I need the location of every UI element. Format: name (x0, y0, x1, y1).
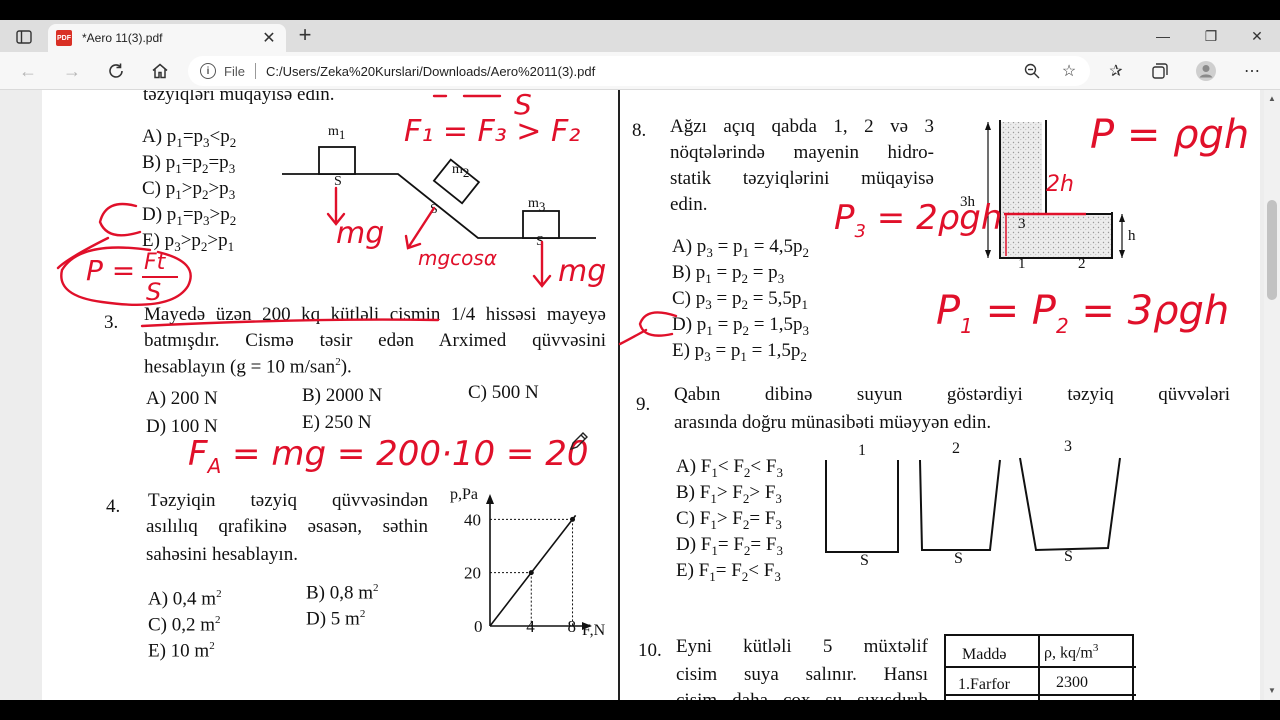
vertical-scrollbar[interactable]: ▲ ▼ (1264, 90, 1280, 700)
collections-icon[interactable] (1148, 60, 1172, 82)
ink-pressure-formula: P = (86, 254, 136, 287)
more-menu-icon[interactable]: ⋯ (1240, 60, 1264, 82)
ink-fraction-s: S (514, 90, 532, 121)
add-favorite-icon[interactable]: ☆ (1057, 60, 1081, 82)
ink-mg-3: mg (558, 254, 607, 289)
pen-cursor-icon (569, 432, 588, 451)
ink-fraction-numerator: Ft (144, 250, 166, 275)
site-info-icon[interactable]: i (200, 63, 216, 79)
scroll-up-icon[interactable]: ▲ (1268, 94, 1276, 103)
tab-actions-button[interactable] (8, 25, 40, 49)
close-window-icon[interactable]: ✕ (1234, 24, 1280, 48)
ink-archimedes-solution: FA = mg = 200·10 = 20 (188, 434, 589, 478)
refresh-icon[interactable] (102, 58, 130, 84)
close-tab-icon[interactable]: ✕ (260, 28, 278, 48)
profile-avatar-icon[interactable] (1194, 60, 1218, 82)
tab-title: *Aero 11(3).pdf (82, 31, 163, 45)
address-url[interactable]: C:/Users/Zeka%20Kurslari/Downloads/Aero%… (266, 64, 595, 79)
pdf-page: təzyiqləri müqayisə edin. A) p1=p3<p2 B)… (42, 90, 1260, 700)
ink-arrow-mg3 (532, 240, 552, 288)
ink-p3-formula: P3 = 2ρgh (834, 198, 1003, 242)
ink-arrow-mgcos (404, 206, 436, 250)
tab-actions-icon (16, 30, 32, 44)
scroll-down-icon[interactable]: ▼ (1268, 686, 1276, 695)
tab-aero-pdf[interactable]: PDF *Aero 11(3).pdf ✕ (48, 24, 286, 52)
pdf-file-icon: PDF (56, 30, 72, 46)
scrollbar-thumb[interactable] (1267, 200, 1277, 300)
screen-letterbox-top (0, 0, 1280, 20)
favorites-icon[interactable]: ✰ (1104, 60, 1128, 82)
pdf-viewer: təzyiqləri müqayisə edin. A) p1=p3<p2 B)… (0, 90, 1280, 700)
back-icon[interactable]: ← (14, 58, 42, 84)
address-toolbar: ← → i File C:/Users/Zeka%20Kurslari/Down… (0, 52, 1280, 90)
handwriting-layer (56, 94, 678, 346)
scheme-label: File (224, 63, 245, 79)
ink-fraction-denominator: S (146, 278, 162, 306)
ink-2h-label: 2h (1046, 172, 1074, 197)
zoom-out-icon[interactable] (1020, 60, 1044, 82)
home-icon[interactable] (146, 58, 174, 84)
new-tab-button[interactable]: + (292, 23, 318, 49)
ink-circle-q8-d (638, 311, 678, 337)
restore-icon[interactable]: ❐ (1188, 24, 1234, 48)
screen-letterbox-bottom (0, 700, 1280, 720)
ink-tail-q8-d (618, 328, 648, 346)
ink-mg-1: mg (336, 216, 385, 251)
forward-icon[interactable]: → (58, 58, 86, 84)
address-bar[interactable]: i File C:/Users/Zeka%20Kurslari/Download… (188, 56, 1090, 86)
ink-underline-q3 (140, 318, 440, 328)
ink-p1-p2-formula: P1 = P2 = 3ρgh (936, 288, 1230, 338)
ink-equation-forces: F₁ = F₃ > F₂ (404, 114, 581, 149)
ink-hydrostatic-formula: P = ρgh (1090, 112, 1250, 158)
address-separator (254, 63, 256, 79)
tab-strip: PDF *Aero 11(3).pdf ✕ + — ❐ ✕ (0, 20, 1280, 52)
ink-mgcos: mgcosα (418, 246, 498, 270)
ink-circle-option-d (98, 202, 142, 237)
minimize-icon[interactable]: — (1140, 24, 1186, 48)
